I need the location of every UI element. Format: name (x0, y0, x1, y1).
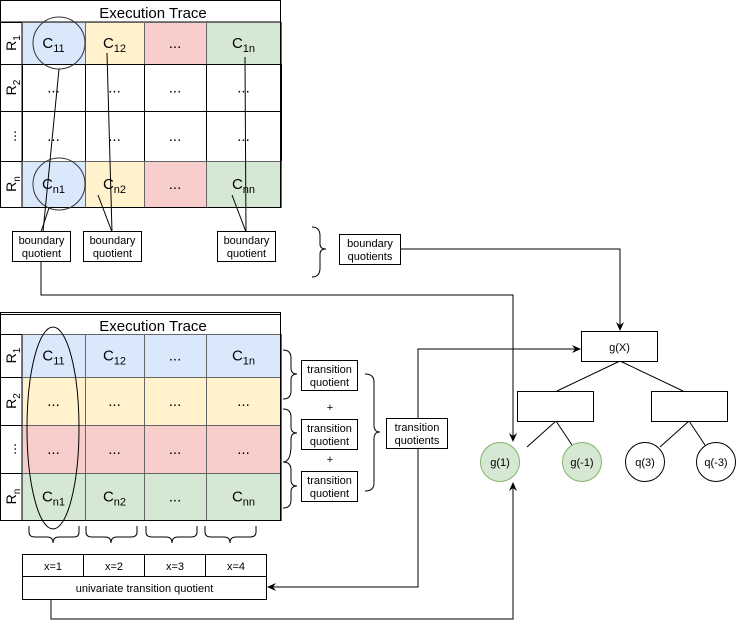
bottom-trace-title: Execution Trace (99, 318, 207, 335)
x-label-1: x=1 (44, 561, 62, 573)
transition-quotient-2: transition quotient (301, 419, 358, 450)
bottom-row-3: ............... (0, 425, 282, 474)
stark-quotient-diagram: Execution Trace R1 C11 C12... C1nR2........… (0, 0, 736, 620)
boundary-quotient-2-line2: quotient (93, 248, 132, 260)
tree-inner-node-right (651, 391, 728, 422)
column-brace-4 (204, 526, 257, 544)
bottom-row-2: R2............ (0, 377, 282, 426)
row-brace-3 (282, 461, 298, 509)
bottom-cell-text-2-1: ... (47, 393, 60, 410)
top-execution-trace: Execution Trace R1 C11 C12... C1nR2........… (0, 0, 282, 233)
boundary-quotient-3: boundary quotient (217, 231, 276, 262)
transition-quotient-2-line1: transition (307, 423, 352, 435)
transition-quotient-1-line2: quotient (310, 377, 349, 389)
arrow-boundary-to-gx (400, 248, 624, 331)
boundary-quotient-2-line1: boundary (90, 235, 136, 247)
transition-quotients-line1: transition (395, 422, 440, 434)
x-label-3: x=3 (166, 561, 184, 573)
plus-sign-1: + (327, 402, 333, 414)
gx-label: g(X) (609, 342, 630, 354)
leaf-q-3-label: q(-3) (704, 457, 727, 469)
bottom-cell-text-3-1: ... (47, 441, 60, 458)
univariate-label: univariate transition quotient (76, 583, 214, 595)
bottom-cell-text-2-4: ... (237, 393, 250, 410)
top-cell-text-3-2: ... (108, 128, 121, 145)
transition-quotient-3: transition quotient (301, 471, 358, 502)
column-brace-3 (145, 526, 198, 544)
top-row-1: R1 C11 C12... C1n (0, 22, 282, 65)
top-cell-text-2-3: ... (169, 80, 182, 97)
transition-quotient-1-line1: transition (307, 364, 352, 376)
tree: g(X) g(1) g(-1) q(3) q(-3) (480, 331, 736, 482)
boundary-quotient-3-line2: quotient (227, 248, 266, 260)
transition-quotients-box: transition quotients (386, 418, 448, 449)
top-row-3: ............... (0, 111, 282, 162)
column-brace-2 (85, 526, 138, 544)
bottom-cell-text-1-3: ... (169, 348, 182, 365)
transition-brace (364, 373, 381, 492)
plus-sign-2: + (327, 454, 333, 466)
top-cell-text-3-3: ... (169, 128, 182, 145)
boundary-quotient-1-line1: boundary (19, 235, 65, 247)
bottom-row-4: Rn Cn1 Cn2... Cnn (0, 473, 282, 521)
leaf-g1-label: g(1) (490, 457, 510, 469)
top-cell-text-2-4: ... (237, 80, 250, 97)
bottom-cell-text-2-2: ... (108, 393, 121, 410)
x-label-4: x=4 (227, 561, 245, 573)
boundary-quotient-1: boundary quotient (12, 231, 71, 262)
boundary-quotient-1-line2: quotient (22, 248, 61, 260)
top-cell-text-3-4: ... (237, 128, 250, 145)
top-trace-title: Execution Trace (99, 5, 207, 22)
leaf-g-1-label: g(-1) (570, 457, 593, 469)
top-cell-text-1-3: ... (169, 35, 182, 52)
bottom-cell-text-4-3: ... (169, 489, 182, 506)
boundary-brace (311, 226, 327, 278)
top-cell-text-4-3: ... (169, 176, 182, 193)
bottom-cell-text-3-2: ... (108, 441, 121, 458)
transition-quotient-1: transition quotient (301, 360, 358, 391)
bottom-cell-text-3-4: ... (237, 441, 250, 458)
boundary-quotient-3-line1: boundary (224, 235, 270, 247)
top-row-4: RnCn1Cn2...Cnn (0, 161, 282, 208)
row-brace-2 (282, 408, 298, 463)
bottom-row-label-3: ... (3, 443, 19, 455)
leaf-q3-label: q(3) (635, 457, 655, 469)
boundary-quotients-box: boundary quotients (339, 234, 401, 265)
boundary-quotients-line1: boundary (347, 238, 393, 250)
transition-quotient-2-line2: quotient (310, 436, 349, 448)
univariate-quotient-table: x=1 x=2 x=3 x=4 univariate transition qu… (22, 554, 267, 600)
row-brace-1 (282, 349, 298, 400)
bottom-cell-text-3-3: ... (169, 441, 182, 458)
transition-quotient-3-line2: quotient (310, 488, 349, 500)
top-row-label-3: ... (3, 130, 19, 142)
x-label-2: x=2 (105, 561, 123, 573)
bottom-row-1: R1 C11 C12... C1n (0, 334, 282, 378)
boundary-quotient-2: boundary quotient (83, 231, 142, 262)
transition-quotients-line2: quotients (395, 435, 440, 447)
bottom-cell-text-2-3: ... (169, 393, 182, 410)
bottom-execution-trace: Execution Trace R1 C11 C12... C1nR2........… (0, 312, 282, 530)
top-row-2: R2............ (0, 64, 282, 112)
top-cell-text-3-1: ... (47, 128, 60, 145)
tree-inner-node-left (517, 391, 594, 422)
transition-quotient-3-line1: transition (307, 475, 352, 487)
top-cell-text-2-2: ... (108, 80, 121, 97)
boundary-quotients-line2: quotients (348, 251, 393, 263)
